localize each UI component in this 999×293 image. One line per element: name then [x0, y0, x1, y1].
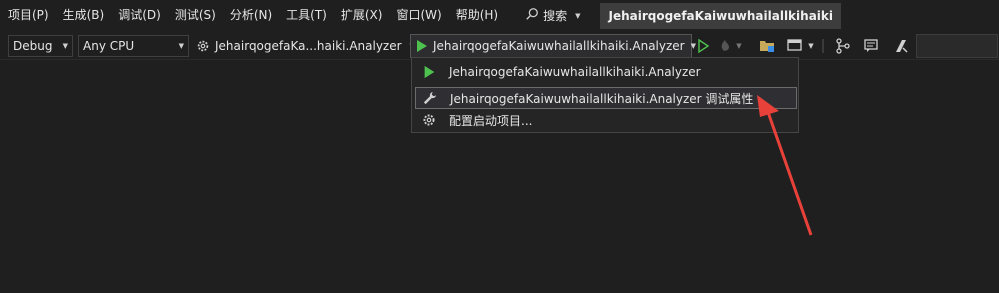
- project-select[interactable]: JehairqogefaKa...haiki.Analyzer ▼: [196, 35, 415, 57]
- menu-tools[interactable]: 工具(T): [279, 0, 334, 31]
- open-folder-button[interactable]: [758, 37, 776, 55]
- dropdown-item-start-project[interactable]: JehairqogefaKaiwuwhailallkihaiki.Analyze…: [415, 61, 797, 83]
- live-share-icon: [896, 40, 908, 53]
- hot-reload-icon: [721, 40, 729, 51]
- platform-select[interactable]: Any CPU ▼: [78, 35, 189, 57]
- git-branch-icon: [836, 38, 850, 54]
- startup-dropdown-menu: JehairqogefaKaiwuwhailallkihaiki.Analyze…: [411, 57, 799, 133]
- dropdown-item-debug-properties[interactable]: JehairqogefaKaiwuwhailallkihaiki.Analyze…: [415, 87, 797, 109]
- feedback-button[interactable]: [862, 37, 880, 55]
- menu-extensions[interactable]: 扩展(X): [334, 0, 390, 31]
- chevron-down-icon[interactable]: ▼: [734, 37, 744, 55]
- toolbar-search-box[interactable]: [916, 34, 998, 58]
- search-icon: [525, 7, 539, 24]
- start-debugging-button[interactable]: JehairqogefaKaiwuwhailallkihaiki.Analyze…: [410, 34, 696, 58]
- dropdown-item-label: JehairqogefaKaiwuwhailallkihaiki.Analyze…: [449, 65, 701, 79]
- menu-build[interactable]: 生成(B): [56, 0, 112, 31]
- play-icon: [417, 40, 427, 52]
- play-icon: [421, 64, 437, 80]
- toolbar-separator: [818, 37, 828, 55]
- search-label: 搜索: [543, 9, 568, 23]
- project-value: JehairqogefaKa...haiki.Analyzer: [215, 39, 402, 53]
- startup-project-label: JehairqogefaKaiwuwhailallkihaiki.Analyze…: [433, 39, 685, 53]
- standard-toolbar: Debug ▼ Any CPU ▼ JehairqogefaKa...haiki…: [0, 31, 999, 60]
- platform-value: Any CPU: [83, 39, 135, 53]
- menu-bar: 项目(P) 生成(B) 调试(D) 测试(S) 分析(N) 工具(T) 扩展(X…: [0, 0, 999, 31]
- configuration-value: Debug: [13, 39, 53, 53]
- chevron-down-icon[interactable]: ▼: [806, 37, 816, 55]
- git-branch-button[interactable]: [834, 37, 852, 55]
- dropdown-item-label: 配置启动项目...: [449, 113, 533, 128]
- menu-analyze[interactable]: 分析(N): [223, 0, 279, 31]
- search-button[interactable]: 搜索 ▼: [519, 0, 586, 31]
- dropdown-item-label: JehairqogefaKaiwuwhailallkihaiki.Analyze…: [450, 91, 754, 106]
- menu-debug[interactable]: 调试(D): [111, 0, 168, 31]
- configuration-select[interactable]: Debug ▼: [8, 35, 73, 57]
- chevron-down-icon: ▼: [575, 11, 581, 20]
- menu-window[interactable]: 窗口(W): [389, 0, 448, 31]
- play-outline-icon: [698, 38, 710, 54]
- gear-icon: [421, 112, 437, 128]
- solution-title: JehairqogefaKaiwuwhailallkihaiki: [600, 2, 841, 29]
- folder-icon: [760, 41, 774, 52]
- menu-test[interactable]: 测试(S): [168, 0, 223, 31]
- live-share-button[interactable]: [892, 37, 910, 55]
- window-icon: [787, 39, 802, 51]
- wrench-icon: [422, 90, 438, 106]
- chevron-down-icon: ▼: [178, 42, 184, 50]
- menu-help[interactable]: 帮助(H): [449, 0, 505, 31]
- dropdown-item-configure-startup[interactable]: 配置启动项目...: [415, 109, 797, 131]
- chevron-down-icon: ▼: [62, 42, 68, 50]
- browser-button[interactable]: [786, 37, 804, 55]
- hot-reload-button[interactable]: [716, 37, 734, 55]
- menu-project[interactable]: 项目(P): [0, 0, 56, 31]
- gear-icon: [196, 39, 210, 53]
- start-without-debugging-button[interactable]: [694, 37, 712, 55]
- comment-icon: [864, 39, 878, 52]
